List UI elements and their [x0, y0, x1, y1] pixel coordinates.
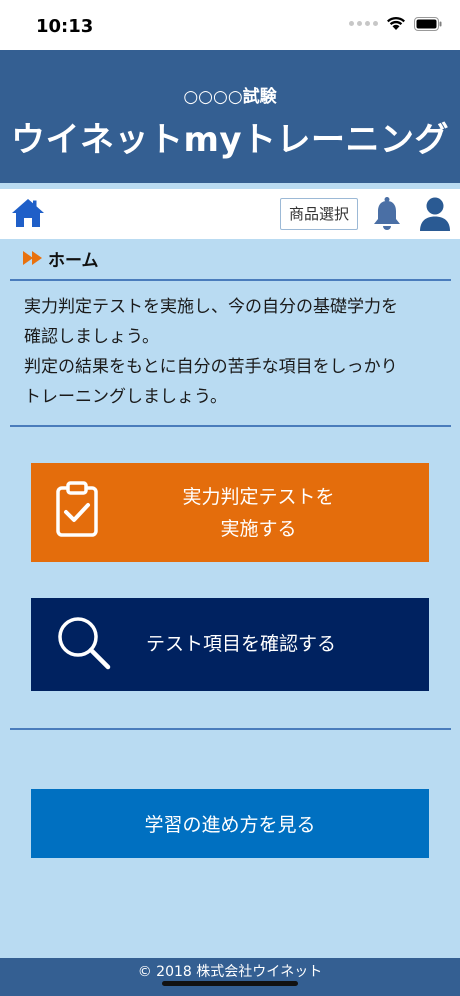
start-test-label-line1: 実力判定テストを — [182, 486, 335, 508]
home-icon[interactable] — [10, 197, 46, 229]
divider-middle — [10, 425, 451, 427]
bell-icon[interactable] — [371, 196, 403, 232]
intro-line: トレーニングしましょう。 — [24, 387, 227, 407]
start-test-label: 実力判定テストを 実施する — [131, 481, 386, 545]
clipboard-check-icon — [56, 481, 98, 537]
status-bar: 10:13 — [0, 0, 460, 50]
check-test-items-label: テスト項目を確認する — [145, 633, 336, 655]
intro-text: 実力判定テストを実施し、今の自分の基礎学力を 確認しましょう。 判定の結果をもと… — [24, 292, 444, 412]
user-icon[interactable] — [418, 196, 452, 232]
start-test-label-line2: 実施する — [220, 518, 297, 540]
intro-line: 確認しましょう。 — [24, 327, 159, 347]
search-icon — [58, 617, 111, 670]
breadcrumb-label: ホーム — [48, 250, 99, 271]
home-indicator[interactable] — [162, 981, 298, 986]
signal-icon — [349, 21, 378, 26]
learning-guide-label: 学習の進め方を見る — [144, 814, 316, 836]
divider-top — [10, 279, 451, 281]
toolbar: 商品選択 — [0, 189, 460, 239]
status-icons — [349, 16, 442, 31]
breadcrumb: ホーム — [22, 246, 99, 271]
wifi-icon — [387, 16, 405, 30]
footer: © 2018 株式会社ウイネット — [0, 958, 460, 996]
divider-bottom — [10, 728, 451, 730]
battery-icon — [414, 16, 442, 31]
intro-line: 実力判定テストを実施し、今の自分の基礎学力を — [24, 297, 398, 317]
product-select-button[interactable]: 商品選択 — [280, 198, 358, 230]
learning-guide-button[interactable]: 学習の進め方を見る — [31, 789, 429, 858]
start-test-button[interactable]: 実力判定テストを 実施する — [31, 463, 429, 562]
app-header: ○○○○試験 ウイネットmyトレーニング — [0, 50, 460, 183]
exam-name: ○○○○試験 — [183, 87, 277, 107]
app-title: ウイネットmyトレーニング — [10, 120, 450, 160]
status-time: 10:13 — [36, 16, 94, 37]
intro-line: 判定の結果をもとに自分の苦手な項目をしっかり — [24, 357, 398, 377]
check-test-items-button[interactable]: テスト項目を確認する — [31, 598, 429, 691]
double-arrow-icon — [23, 251, 42, 265]
copyright-text: © 2018 株式会社ウイネット — [137, 964, 323, 980]
